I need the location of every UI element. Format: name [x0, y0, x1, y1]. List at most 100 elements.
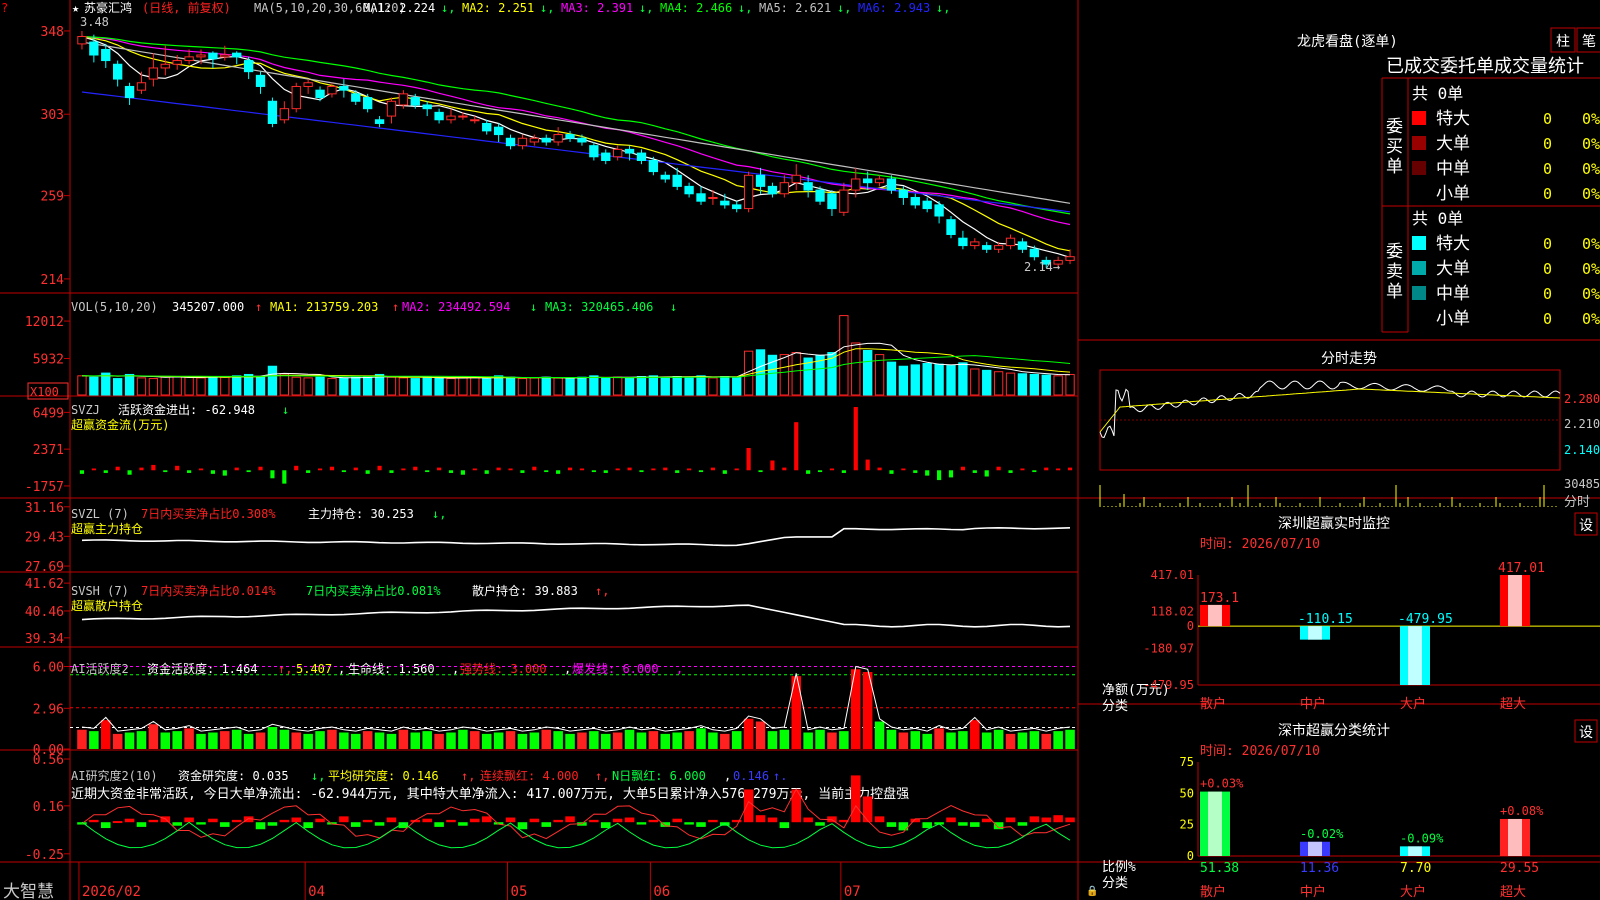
activity-bar — [958, 731, 968, 749]
activity-bar — [327, 729, 337, 749]
svsh-y-axis: 41.62 40.46 39.34 — [25, 577, 70, 647]
x-axis: 大智慧 2026/02 04 05 06 07 🔒 — [3, 862, 1098, 900]
volume-bar — [172, 376, 182, 396]
ma-value-3: MA3: 2.391 — [561, 1, 633, 15]
y-tick-label: 5932 — [33, 352, 64, 367]
fund-flow-bar — [556, 470, 561, 474]
candle — [672, 174, 682, 187]
monitor-bar-shine — [1408, 626, 1422, 685]
volume-bar — [410, 378, 420, 396]
candle — [148, 67, 159, 80]
candle — [863, 178, 873, 184]
volume-bar — [910, 364, 920, 396]
fund-flow-bar — [722, 470, 727, 474]
ai-comment: 近期大资金非常活跃, 今日大单净流出: -62.944万元, 其中特大单净流入:… — [71, 786, 909, 802]
activity-bar — [755, 721, 766, 749]
volume-bar — [136, 377, 147, 396]
fund-flow-bar — [925, 470, 930, 476]
candle — [970, 241, 980, 247]
activity-bar — [422, 731, 432, 749]
fund-flow-bar — [258, 466, 263, 471]
activity-bar — [720, 733, 730, 749]
svg-text:2.280: 2.280 — [1564, 392, 1600, 406]
research-bar — [208, 818, 218, 823]
candle — [446, 115, 456, 121]
activity-bar — [815, 729, 825, 749]
volume-bar — [624, 377, 635, 396]
svg-text:,: , — [452, 662, 459, 676]
x-tick-label: 04 — [308, 884, 325, 900]
svg-text:SVSH (7): SVSH (7) — [71, 584, 129, 598]
fund-flow-bar — [877, 467, 882, 471]
activity-bar — [946, 732, 956, 749]
candle — [565, 134, 575, 139]
activity-bar — [981, 732, 992, 749]
volume-bar — [160, 376, 170, 396]
ai-activity-plot[interactable] — [70, 665, 1076, 750]
research-bar — [196, 822, 206, 825]
activity-bar — [315, 731, 325, 749]
activity-bar — [636, 732, 647, 749]
svg-text:7日内买卖净占比0.014%: 7日内买卖净占比0.014% — [141, 583, 276, 598]
svg-text:7日内买卖净占比0.308%: 7日内买卖净占比0.308% — [141, 506, 276, 521]
candle — [184, 56, 194, 62]
fund-flow-bar — [246, 470, 251, 473]
activity-bar — [470, 731, 480, 749]
svg-text:↑: ↑ — [392, 300, 399, 314]
intraday-plot[interactable] — [1099, 369, 1561, 507]
classify-category: 超大 — [1500, 885, 1526, 900]
chart-canvas[interactable]: ? ★ 苏豪汇鸿 (日线, 前复权) MA(5,10,20,30,60,120)… — [0, 0, 1600, 900]
candle — [946, 219, 956, 235]
fund-flow-bar — [603, 470, 608, 473]
volume-bar — [648, 375, 659, 396]
vol-plot[interactable] — [77, 315, 1075, 396]
volume-bar — [482, 378, 492, 396]
monitor-category: 散户 — [1200, 696, 1226, 712]
volume-bar — [220, 376, 230, 396]
classify-change: +0.08% — [1500, 804, 1544, 818]
svg-text:↓,: ↓, — [432, 507, 446, 521]
svg-text:超赢散户持仓: 超赢散户持仓 — [71, 598, 143, 613]
svg-text:,: , — [564, 662, 571, 676]
monitor-y-tick: 0 — [1187, 619, 1194, 633]
svg-text:2.210: 2.210 — [1564, 417, 1600, 431]
order-percent: 0% — [1582, 135, 1600, 153]
research-bar — [684, 822, 694, 825]
activity-bar — [339, 732, 349, 749]
fund-flow-bar — [889, 470, 894, 474]
research-bar — [422, 818, 432, 823]
fund-flow-bar — [496, 467, 501, 471]
activity-bar — [208, 732, 218, 749]
candle — [315, 89, 325, 99]
svg-text:散户持仓: 39.883: 散户持仓: 39.883 — [472, 583, 578, 598]
candle — [886, 178, 897, 191]
candle — [422, 104, 432, 110]
classify-bar-1 — [1200, 791, 1230, 856]
fund-flow-bar — [1008, 470, 1013, 473]
fund-flow-bar — [1067, 467, 1073, 471]
research-bar — [648, 819, 659, 823]
activity-bar — [196, 733, 206, 749]
volume-bar — [934, 363, 944, 396]
legend-swatch — [1412, 286, 1426, 300]
candle — [898, 189, 909, 198]
fund-flow-bar — [353, 467, 358, 471]
svzj-plot[interactable] — [79, 407, 1073, 484]
svzl-plot[interactable] — [81, 526, 1071, 547]
y-tick-label: 303 — [41, 108, 64, 123]
ma-line-5 — [81, 41, 1071, 204]
activity-bar — [708, 732, 718, 749]
fund-flow-bar — [544, 470, 549, 473]
fund-flow-bar — [675, 470, 680, 473]
activity-bar — [493, 732, 504, 749]
activity-bar — [303, 733, 313, 749]
order-type: 大单 — [1436, 259, 1470, 279]
svsh-plot[interactable] — [81, 604, 1071, 628]
research-bar — [874, 816, 885, 823]
fund-flow-bar — [115, 466, 120, 471]
candle — [482, 122, 492, 132]
candle — [993, 245, 1004, 250]
classify-bar-2 — [1300, 841, 1330, 856]
svg-text:MA2: 234492.594: MA2: 234492.594 — [402, 300, 510, 314]
kline-plot[interactable] — [77, 30, 1075, 268]
